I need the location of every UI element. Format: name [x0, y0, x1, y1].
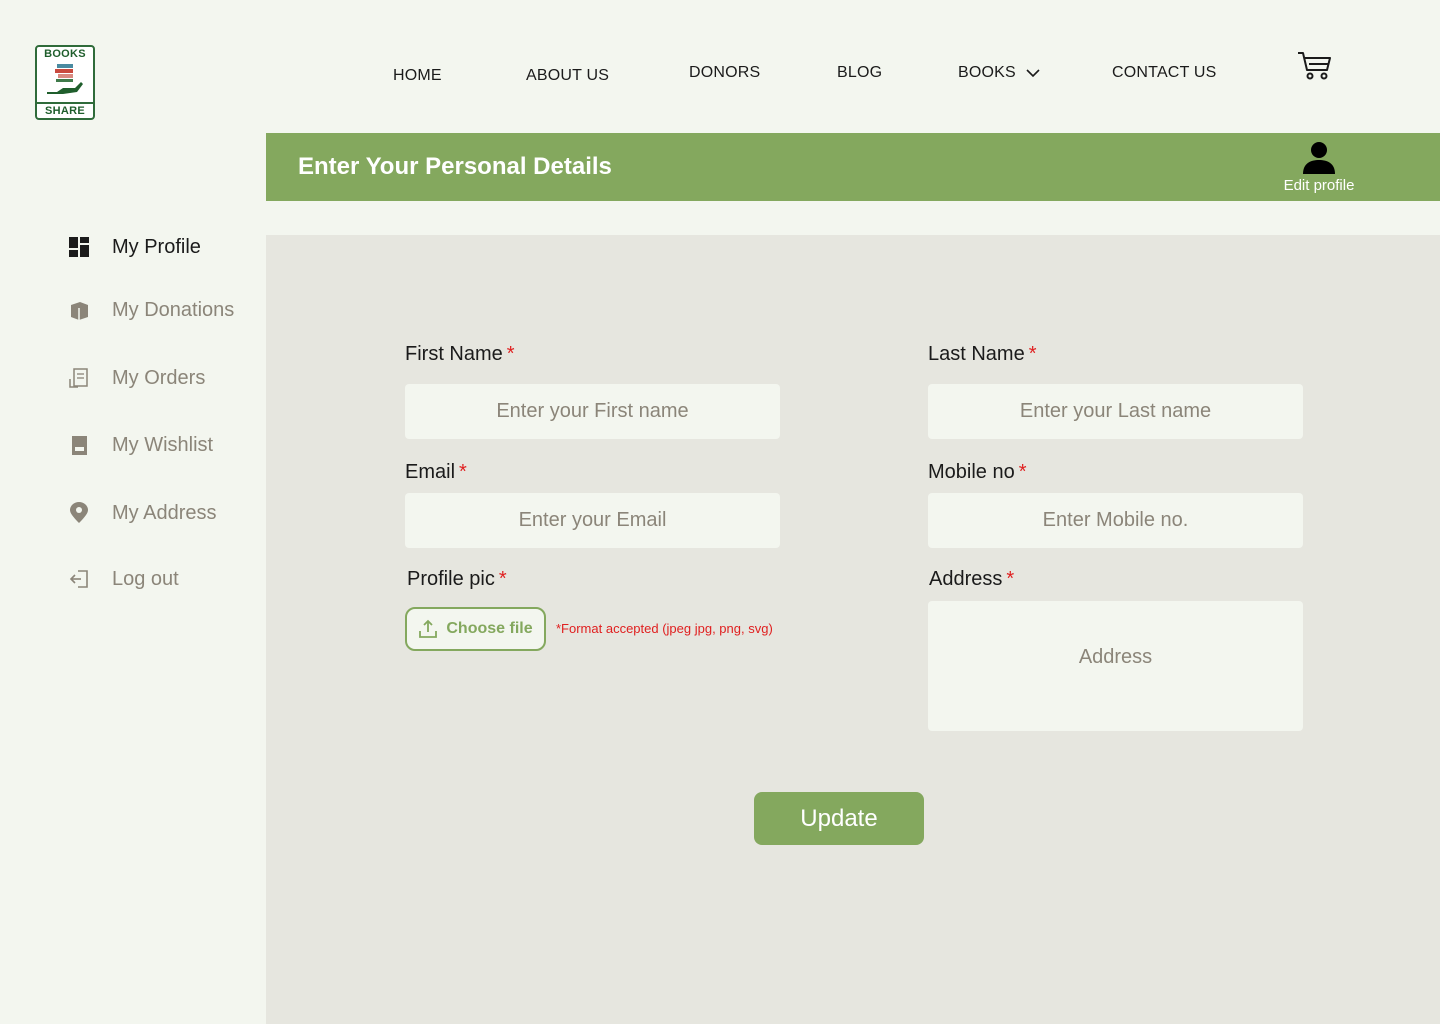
nav-blog[interactable]: BLOG [837, 64, 882, 82]
update-button[interactable]: Update [754, 792, 924, 845]
profile-form: First Name* Last Name* Email* Mobile no*… [266, 235, 1440, 1024]
profile-pic-label: Profile pic * [407, 568, 507, 591]
format-accepted-note: *Format accepted (jpeg jpg, png, svg) [556, 621, 773, 636]
email-label-text: Email [405, 461, 456, 483]
chevron-down-icon [1026, 68, 1040, 77]
logo-text-bottom: SHARE [37, 102, 93, 118]
nav-contact-us[interactable]: CONTACT US [1112, 64, 1217, 82]
address-label: Address * [929, 568, 1014, 591]
last-name-label-text: Last Name [928, 343, 1025, 365]
profile-pic-label-text: Profile pic [407, 568, 495, 590]
location-icon [66, 500, 92, 526]
logout-icon [66, 566, 92, 592]
address-textarea[interactable] [928, 601, 1303, 731]
first-name-label-text: First Name [405, 343, 503, 365]
sidebar-item-my-profile[interactable]: My Profile [66, 234, 201, 260]
email-label: Email * [405, 461, 467, 484]
upload-icon [419, 619, 438, 638]
cart-icon[interactable] [1297, 50, 1333, 87]
receipt-icon [66, 365, 92, 391]
sidebar-item-label: My Profile [112, 235, 201, 258]
book-icon [66, 297, 92, 323]
edit-profile-button[interactable]: Edit profile [1278, 139, 1360, 194]
page-header-banner: Enter Your Personal Details Edit profile [266, 133, 1440, 201]
edit-profile-label: Edit profile [1283, 177, 1355, 194]
sidebar-item-my-address[interactable]: My Address [66, 500, 216, 526]
address-label-text: Address [929, 568, 1003, 590]
required-asterisk: * [1018, 461, 1027, 483]
dashboard-icon [66, 234, 92, 260]
books-hand-icon [47, 64, 83, 94]
sidebar-item-my-wishlist[interactable]: My Wishlist [66, 432, 213, 458]
email-input[interactable] [405, 493, 780, 548]
user-icon [1303, 142, 1335, 174]
required-asterisk: * [1028, 343, 1037, 365]
brand-logo[interactable]: BOOKS SHARE [35, 45, 95, 120]
mobile-label: Mobile no * [928, 461, 1027, 484]
first-name-label: First Name * [405, 343, 515, 366]
nav-books-dropdown[interactable]: BOOKS [958, 64, 1040, 82]
mobile-input[interactable] [928, 493, 1303, 548]
sidebar-item-label: My Address [112, 501, 217, 524]
sidebar-item-label: My Donations [112, 298, 235, 321]
first-name-input[interactable] [405, 384, 780, 439]
nav-books-label: BOOKS [958, 64, 1016, 81]
logo-text-top: BOOKS [44, 48, 86, 60]
nav-donors[interactable]: DONORS [689, 64, 760, 82]
nav-home[interactable]: HOME [393, 67, 442, 85]
sidebar-item-log-out[interactable]: Log out [66, 566, 179, 592]
sidebar-item-label: Log out [112, 567, 179, 590]
choose-file-button[interactable]: Choose file [405, 607, 546, 651]
last-name-label: Last Name * [928, 343, 1037, 366]
sidebar-item-my-orders[interactable]: My Orders [66, 365, 205, 391]
page-title: Enter Your Personal Details [298, 153, 612, 180]
wishlist-icon [66, 432, 92, 458]
sidebar-item-label: My Orders [112, 366, 206, 389]
last-name-input[interactable] [928, 384, 1303, 439]
sidebar-item-my-donations[interactable]: My Donations [66, 297, 234, 323]
sidebar-item-label: My Wishlist [112, 433, 214, 456]
required-asterisk: * [498, 568, 507, 590]
nav-about-us[interactable]: ABOUT US [526, 67, 609, 85]
required-asterisk: * [506, 343, 515, 365]
required-asterisk: * [1006, 568, 1015, 590]
required-asterisk: * [459, 461, 467, 483]
choose-file-label: Choose file [446, 620, 533, 637]
mobile-label-text: Mobile no [928, 461, 1015, 483]
